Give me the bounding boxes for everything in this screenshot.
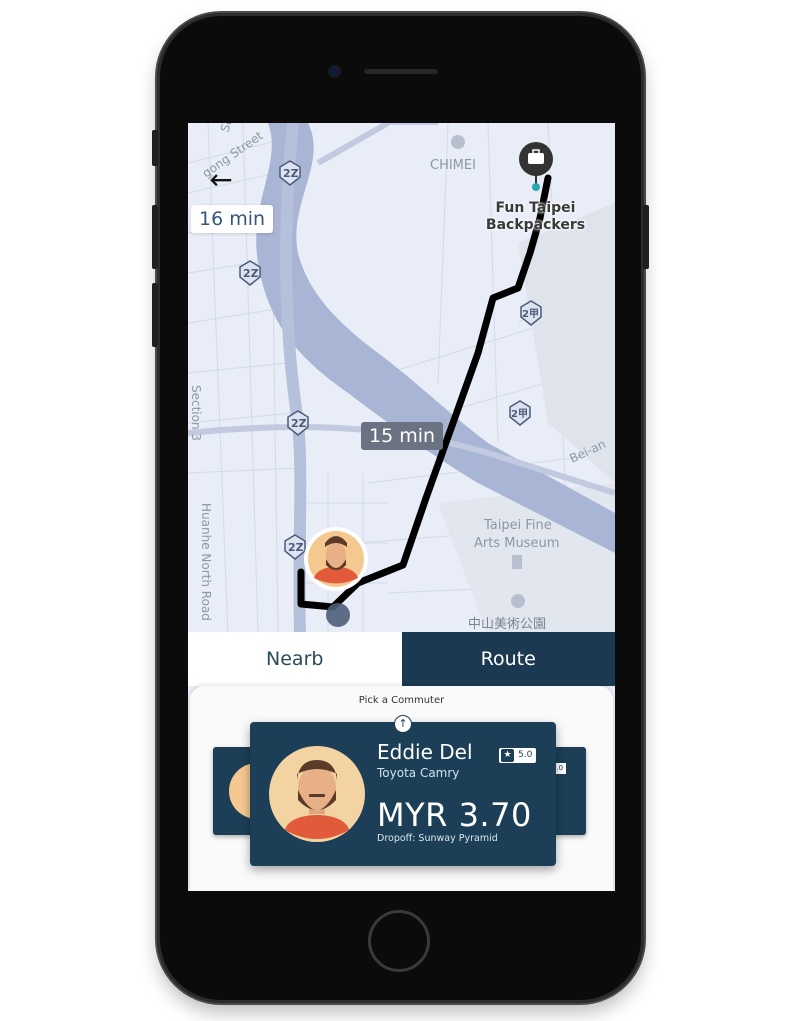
highway-shield-label: 2Z [243,267,259,280]
commuter-name: Eddie Del [377,740,473,764]
road-label-left: Huanhe North Road [199,503,213,621]
provincial-shield-label: 2甲 [522,308,539,320]
commuter-card-selected[interactable]: ↑ Eddie Del Toyota Camry ★ 5.0 MYR 3.70 … [250,716,556,866]
district-label: CHIMEI [430,158,476,173]
museum-label-line1: Taipei Fine [483,518,552,533]
back-arrow-icon[interactable]: ← [206,165,236,195]
rating-value: 5.0 [518,750,533,760]
fare-price: MYR 3.70 [377,796,532,834]
earpiece-speaker [364,69,438,74]
star-icon: ★ [501,749,514,762]
view-tabs: Nearb Route [188,632,615,686]
park-label: 中山美術公園 [468,617,546,632]
museum-label-line2: Arts Museum [474,536,559,551]
front-camera [330,67,339,76]
tab-nearby[interactable]: Nearb [188,632,402,686]
origin-dot-icon [326,603,350,627]
home-button[interactable] [368,910,430,972]
eta-label-top: 16 min [191,205,274,233]
highway-shield-label: 2Z [283,167,299,180]
eta-label-route: 15 min [361,422,444,450]
highway-shield-label: 2Z [291,417,307,430]
commuter-picker-panel: Pick a Commuter ★ 5.0 0 ↑ [190,686,613,891]
power-button [643,205,649,269]
provincial-shield-label: 2甲 [511,408,528,420]
volume-down-button [152,283,158,347]
rating-badge: ★ 5.0 [499,748,537,763]
driver-avatar-pin [304,527,368,591]
tab-route[interactable]: Route [401,632,615,686]
mute-switch [152,130,158,166]
commuter-car: Toyota Camry [377,766,460,780]
arrow-up-icon[interactable]: ↑ [395,716,411,732]
highway-shield-label: 2Z [288,541,304,554]
commuter-avatar [269,746,365,842]
road-label-section: Section 3 [189,385,203,441]
dropoff-location: Dropoff: Sunway Pyramid [377,833,498,844]
panel-title: Pick a Commuter [358,695,445,706]
app-screen: 2Z 2Z 2Z 2Z 2甲 2甲 CHIMEI Taipei Fine Art… [188,123,615,891]
volume-up-button [152,205,158,269]
poi-name-label[interactable]: Fun Taipei Backpackers [478,200,593,234]
